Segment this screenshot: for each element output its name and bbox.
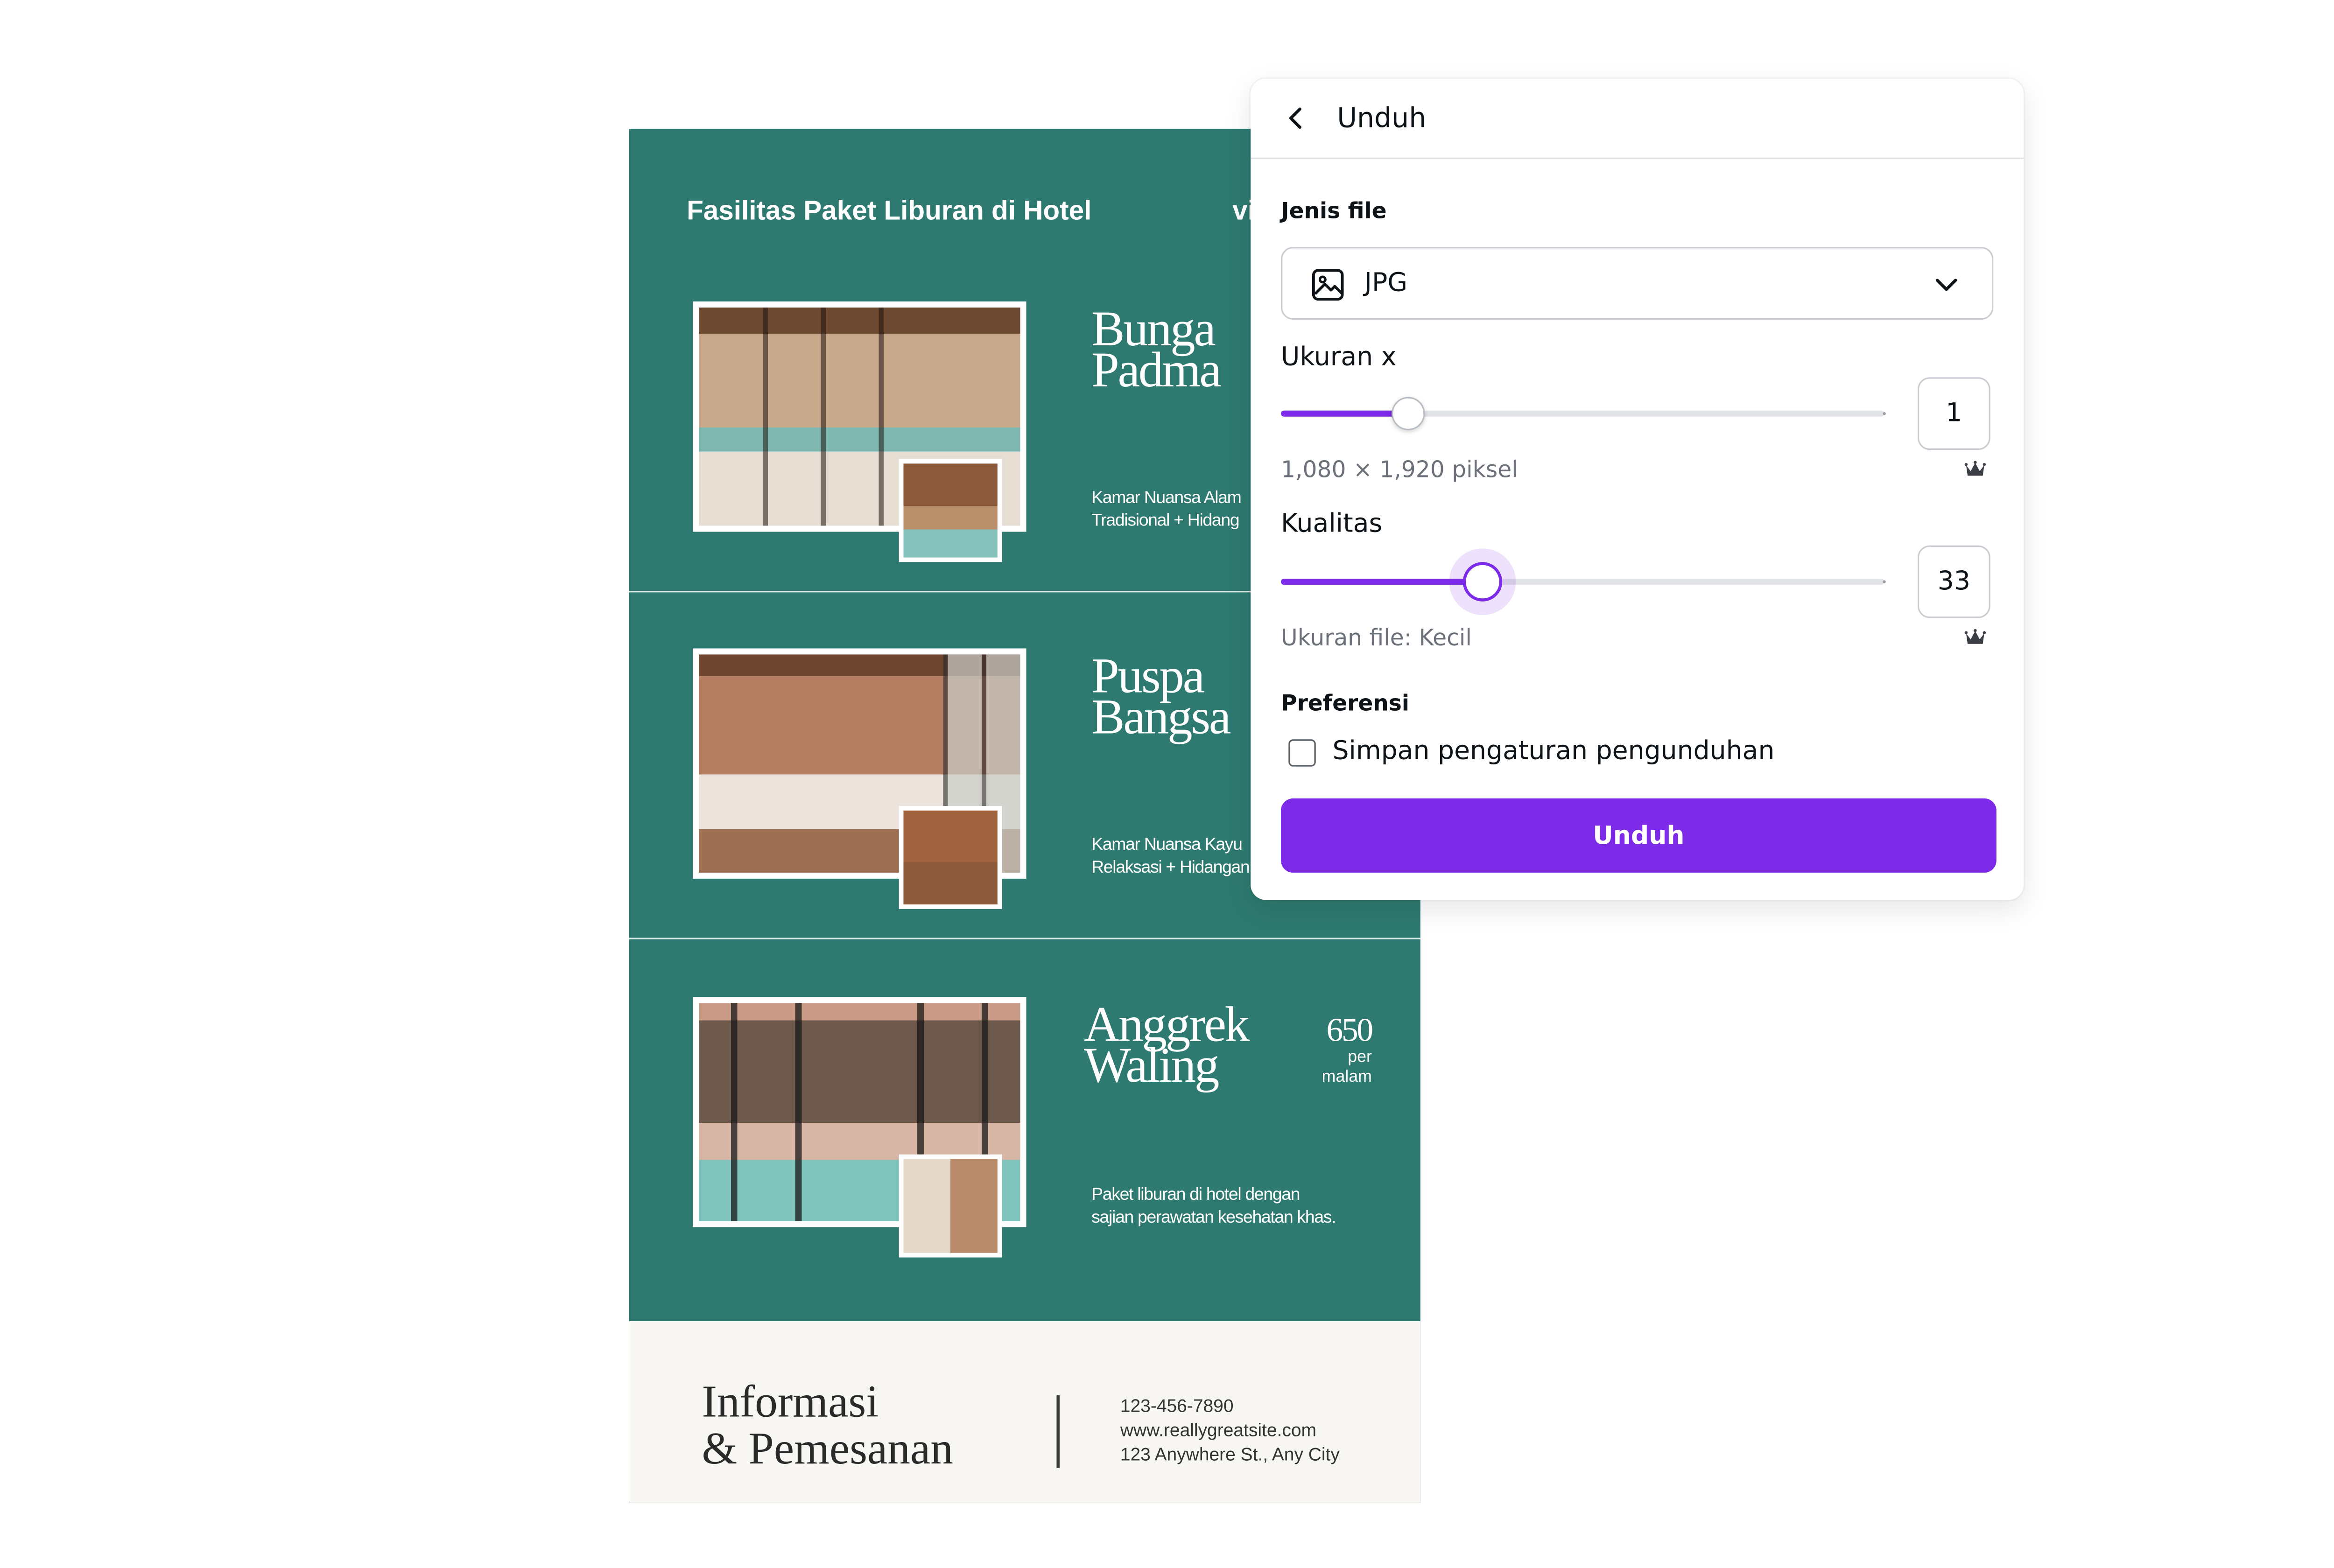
quality-value-input[interactable]: 33: [1917, 545, 1990, 618]
size-dimensions-hint: 1,080 × 1,920 piksel: [1281, 456, 1518, 483]
size-slider-fill: [1281, 410, 1408, 417]
room-description: Kamar Nuansa Kayu Relaksasi + Hidangan: [1091, 836, 1250, 877]
save-settings-checkbox[interactable]: [1288, 739, 1316, 767]
download-button[interactable]: Unduh: [1281, 798, 1997, 873]
room-thumbnail: [899, 459, 1002, 562]
room-name: Puspa Bangsa: [1091, 650, 1231, 746]
contact-phone: 123-456-7890: [1120, 1395, 1234, 1417]
quality-slider-track[interactable]: [1281, 579, 1886, 585]
size-slider-track[interactable]: [1281, 410, 1886, 417]
quality-label: Kualitas: [1281, 509, 1383, 539]
room-description: Kamar Nuansa Alam Tradisional + Hidang: [1091, 489, 1242, 531]
chevron-left-icon: [1289, 107, 1301, 129]
crown-icon: [1964, 461, 1986, 476]
room-name: Bunga Padma: [1091, 303, 1222, 399]
file-type-value: JPG: [1364, 268, 1408, 299]
panel-title: Unduh: [1337, 103, 1427, 135]
size-slider-handle[interactable]: [1391, 397, 1425, 430]
file-size-hint: Ukuran file: Kecil: [1281, 624, 1472, 651]
quality-slider-fill: [1281, 579, 1483, 585]
contact-website: www.reallygreatsite.com: [1120, 1419, 1316, 1441]
footer-divider: [1056, 1395, 1060, 1468]
room-price: 650 per malam: [1322, 1010, 1373, 1086]
room-thumbnail: [899, 806, 1002, 909]
room-section-anggrek-waling: Anggrek Waling 650 per malam Paket libur…: [629, 938, 1420, 1323]
panel-header: Unduh: [1251, 79, 2024, 159]
download-panel: Unduh Jenis file JPG Ukuran x 1 1,080 × …: [1251, 78, 2024, 900]
size-value-input[interactable]: 1: [1917, 377, 1990, 450]
chevron-down-icon: [1935, 279, 1957, 291]
room-description: Paket liburan di hotel dengan sajian per…: [1091, 1186, 1336, 1227]
file-type-select[interactable]: JPG: [1281, 247, 1994, 320]
back-button[interactable]: [1278, 100, 1315, 136]
slider-end-marker: [1883, 580, 1886, 583]
room-name: Anggrek Waling: [1083, 998, 1250, 1094]
file-type-label: Jenis file: [1281, 200, 1387, 224]
slider-end-marker: [1883, 412, 1886, 415]
flyer-footer: Informasi & Pemesanan 123-456-7890 www.r…: [629, 1321, 1420, 1503]
image-icon: [1312, 269, 1344, 301]
flyer-title: Fasilitas Paket Liburan di Hotel: [687, 195, 1092, 226]
size-label: Ukuran x: [1281, 342, 1397, 373]
room-thumbnail: [899, 1154, 1002, 1258]
info-title: Informasi & Pemesanan: [702, 1377, 953, 1474]
save-settings-label[interactable]: Simpan pengaturan pengunduhan: [1332, 736, 1774, 767]
preferences-label: Preferensi: [1281, 692, 1410, 717]
quality-slider-handle[interactable]: [1463, 562, 1503, 602]
crown-icon: [1964, 629, 1986, 644]
contact-info: 123-456-7890 www.reallygreatsite.com 123…: [1120, 1394, 1340, 1467]
contact-address: 123 Anywhere St., Any City: [1120, 1443, 1340, 1465]
